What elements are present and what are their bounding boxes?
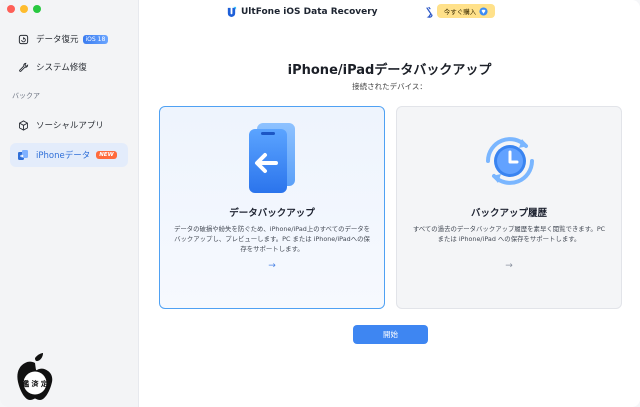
sidebar-item-label: ソーシャルアプリ — [36, 121, 104, 131]
cube-icon — [16, 118, 30, 132]
data-backup-card[interactable]: データバックアップ データの破損や紛失を防ぐため、iPhone/iPad上のすべ… — [159, 106, 385, 309]
ios-version-badge: iOS 18 — [82, 34, 109, 44]
page-title: iPhone/iPadデータバックアップ — [287, 63, 492, 78]
sidebar-item-data-recovery[interactable]: データ復元 iOS 18 — [10, 27, 128, 51]
start-button[interactable]: 開始 — [353, 325, 428, 344]
card-title: データバックアップ — [229, 208, 315, 219]
sidebar-item-label: iPhoneデータ — [36, 151, 91, 161]
wrench-icon — [16, 60, 30, 74]
card-description: データの破損や紛失を防ぐため、iPhone/iPad上のすべてのデータをバックア… — [173, 225, 371, 253]
sidebar-item-label: システム修復 — [36, 63, 87, 73]
recover-icon — [16, 32, 30, 46]
sidebar-item-iphone-data[interactable]: iPhoneデータ NEW — [10, 143, 128, 167]
sidebar-item-system-repair[interactable]: システム修復 — [10, 55, 128, 79]
connected-device-label: 接続されたデバイス： — [352, 82, 427, 91]
new-badge: NEW — [96, 151, 117, 159]
close-window-button[interactable] — [7, 5, 15, 13]
apple-seal-logo: 鑑 済 定 — [17, 353, 53, 400]
diamond-icon — [479, 6, 488, 16]
sidebar-section-label: バックア — [12, 92, 40, 100]
minimize-window-button[interactable] — [20, 5, 28, 13]
card-description: すべての過去のデータバックアップ履歴を素早く閲覧できます。PC または iPho… — [412, 225, 606, 243]
phone-transfer-icon — [16, 148, 30, 162]
buy-now-button[interactable]: 今すぐ購入 — [437, 4, 495, 18]
buy-now-label: 今すぐ購入 — [443, 8, 477, 16]
sidebar-item-social-apps[interactable]: ソーシャルアプリ — [10, 113, 128, 137]
backup-history-card[interactable]: バックアップ履歴 すべての過去のデータバックアップ履歴を素早く閲覧できます。PC… — [396, 106, 622, 309]
clock-history-icon — [486, 137, 534, 185]
seal-text: 鑑 済 定 — [22, 379, 48, 388]
sidebar: データ復元 iOS 18 システム修復 バックア ソーシャルアプリ iPhone… — [0, 0, 139, 407]
app-window: データ復元 iOS 18 システム修復 バックア ソーシャルアプリ iPhone… — [0, 0, 640, 407]
phone-backup-icon — [249, 123, 295, 193]
card-title: バックアップ履歴 — [470, 208, 547, 219]
brush-icon[interactable] — [424, 6, 436, 18]
app-title-text: UltFone iOS Data Recovery — [241, 6, 378, 17]
app-title: UltFone iOS Data Recovery — [226, 6, 378, 17]
sidebar-item-label: データ復元 — [36, 35, 79, 45]
window-controls — [7, 5, 41, 13]
arrow-right-icon[interactable]: → — [397, 261, 621, 271]
zoom-window-button[interactable] — [33, 5, 41, 13]
arrow-right-icon[interactable]: → — [160, 261, 384, 271]
ultfone-logo-icon — [227, 6, 237, 17]
